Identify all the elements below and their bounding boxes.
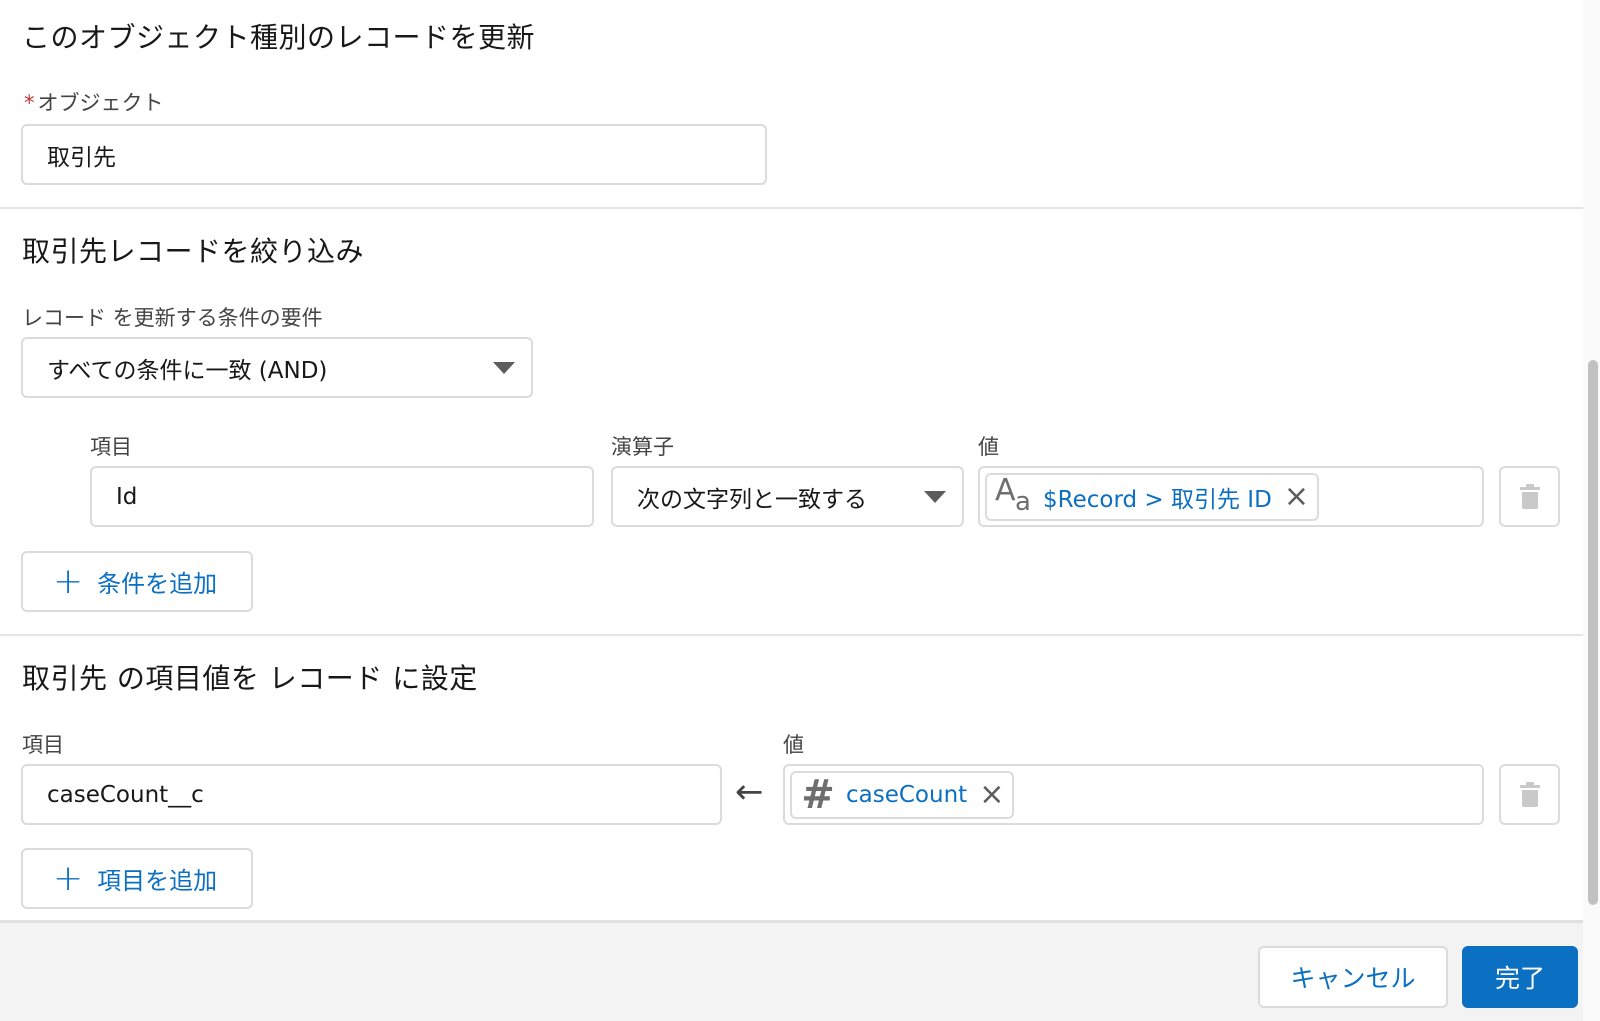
- done-button[interactable]: 完了: [1462, 946, 1578, 1008]
- add-condition-button[interactable]: + 条件を追加: [21, 551, 253, 612]
- set-value-pill-text: caseCount: [846, 781, 968, 808]
- object-input[interactable]: 取引先: [21, 124, 767, 185]
- cancel-button[interactable]: キャンセル: [1258, 946, 1448, 1008]
- add-field-button[interactable]: + 項目を追加: [21, 848, 253, 909]
- section-divider: [0, 634, 1583, 636]
- trash-icon: [1519, 483, 1540, 509]
- set-field-label: 項目: [22, 733, 64, 757]
- filter-field-input[interactable]: Id: [90, 466, 594, 527]
- section-title-set-fields: 取引先 の項目値を レコード に設定: [22, 662, 478, 695]
- filter-operator-label: 演算子: [611, 435, 674, 459]
- chevron-down-icon: [924, 490, 946, 503]
- filter-value-pill[interactable]: Aa $Record > 取引先 ID ×: [985, 472, 1319, 521]
- set-value-input[interactable]: # caseCount ×: [783, 764, 1484, 825]
- chevron-down-icon: [493, 361, 515, 374]
- set-field-input[interactable]: caseCount__c: [21, 764, 722, 825]
- condition-requirement-label: レコード を更新する条件の要件: [22, 306, 323, 330]
- add-condition-label: 条件を追加: [97, 570, 218, 598]
- required-mark: *: [24, 91, 35, 115]
- set-value-label: 値: [783, 733, 804, 757]
- delete-condition-button[interactable]: [1499, 466, 1560, 527]
- condition-requirement-select[interactable]: すべての条件に一致 (AND): [21, 337, 533, 398]
- add-field-label: 項目を追加: [97, 867, 218, 895]
- section-title-update-records: このオブジェクト種別のレコードを更新: [22, 21, 536, 54]
- section-divider: [0, 207, 1583, 209]
- object-label: * オブジェクト: [24, 91, 164, 115]
- delete-field-button[interactable]: [1499, 764, 1560, 825]
- filter-field-label: 項目: [90, 435, 132, 459]
- object-value: 取引先: [47, 144, 116, 171]
- plus-icon: +: [53, 857, 84, 899]
- filter-operator-value: 次の文字列と一致する: [637, 486, 867, 513]
- arrow-left-icon: ←: [735, 772, 764, 812]
- text-aa-icon: Aa: [995, 472, 1031, 517]
- number-hash-icon: #: [801, 771, 835, 818]
- filter-value-label: 値: [978, 435, 999, 459]
- condition-requirement-value: すべての条件に一致 (AND): [47, 357, 328, 384]
- set-field-value: caseCount__c: [47, 781, 204, 808]
- filter-value-input[interactable]: Aa $Record > 取引先 ID ×: [978, 466, 1484, 527]
- close-icon[interactable]: ×: [1284, 481, 1309, 512]
- filter-field-value: Id: [116, 483, 138, 510]
- filter-operator-select[interactable]: 次の文字列と一致する: [611, 466, 964, 527]
- section-title-filter: 取引先レコードを絞り込み: [22, 235, 365, 268]
- filter-value-pill-text: $Record > 取引先 ID: [1043, 486, 1272, 513]
- plus-icon: +: [53, 560, 84, 602]
- scrollbar-thumb[interactable]: [1588, 360, 1598, 905]
- trash-icon: [1519, 781, 1540, 807]
- set-value-pill[interactable]: # caseCount ×: [790, 770, 1015, 819]
- close-icon[interactable]: ×: [979, 779, 1004, 810]
